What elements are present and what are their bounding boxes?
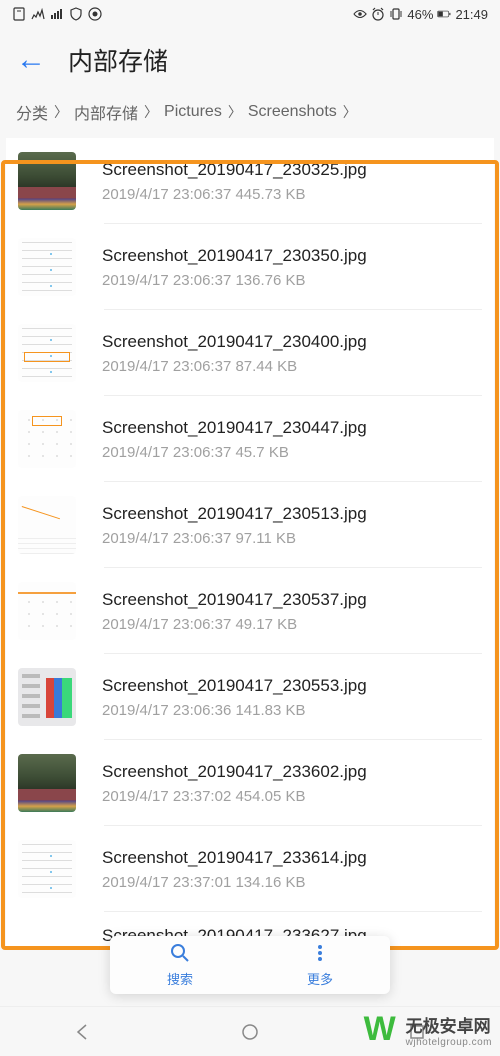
watermark-url: wjhotelgroup.com — [406, 1037, 492, 1048]
battery-icon — [437, 7, 451, 21]
status-bar: 46% 21:49 — [0, 0, 500, 28]
breadcrumb-item[interactable]: 内部存储 — [74, 100, 138, 124]
clock: 21:49 — [455, 7, 488, 22]
back-button[interactable]: ← — [16, 43, 46, 77]
chevron-right-icon: 〉 — [54, 102, 68, 122]
file-meta: 2019/4/17 23:37:02 454.05 KB — [102, 788, 482, 805]
breadcrumb: 分类 〉 内部存储 〉 Pictures 〉 Screenshots 〉 — [0, 92, 500, 138]
watermark-logo — [364, 1014, 402, 1052]
watermark: 无极安卓网 wjhotelgroup.com — [364, 1014, 492, 1052]
file-meta: 2019/4/17 23:37:01 134.16 KB — [102, 874, 482, 891]
file-name: Screenshot_20190417_230553.jpg — [102, 676, 482, 696]
chevron-right-icon: 〉 — [343, 102, 357, 122]
file-name: Screenshot_20190417_230447.jpg — [102, 418, 482, 438]
more-icon — [310, 943, 330, 967]
file-thumbnail — [18, 754, 76, 812]
nav-back[interactable] — [72, 1021, 94, 1043]
file-row[interactable]: Screenshot_20190417_230513.jpg 2019/4/17… — [6, 482, 494, 568]
file-name: Screenshot_20190417_230400.jpg — [102, 332, 482, 352]
record-icon — [88, 7, 102, 21]
file-row[interactable]: Screenshot_20190417_233602.jpg 2019/4/17… — [6, 740, 494, 826]
file-thumbnail — [18, 152, 76, 210]
sim-icon — [12, 7, 26, 21]
breadcrumb-item[interactable]: 分类 — [16, 100, 48, 124]
search-button[interactable]: 搜索 — [110, 936, 250, 994]
more-button[interactable]: 更多 — [250, 936, 390, 994]
breadcrumb-item[interactable]: Pictures — [164, 103, 222, 121]
file-row[interactable]: Screenshot_20190417_230553.jpg 2019/4/17… — [6, 654, 494, 740]
eye-icon — [353, 7, 367, 21]
search-icon — [170, 943, 190, 967]
file-name: Screenshot_20190417_230513.jpg — [102, 504, 482, 524]
file-thumbnail — [18, 496, 76, 554]
chevron-right-icon: 〉 — [228, 102, 242, 122]
file-thumbnail — [18, 410, 76, 468]
file-row[interactable]: Screenshot_20190417_230400.jpg 2019/4/17… — [6, 310, 494, 396]
file-row[interactable]: Screenshot_20190417_230325.jpg 2019/4/17… — [6, 138, 494, 224]
file-name: Screenshot_20190417_230325.jpg — [102, 160, 482, 180]
bottom-menu: 搜索 更多 — [110, 936, 390, 994]
breadcrumb-item[interactable]: Screenshots — [248, 103, 337, 121]
search-label: 搜索 — [167, 969, 193, 988]
file-thumbnail — [18, 324, 76, 382]
file-name: Screenshot_20190417_230350.jpg — [102, 246, 482, 266]
file-row[interactable]: Screenshot_20190417_230350.jpg 2019/4/17… — [6, 224, 494, 310]
file-thumbnail — [18, 668, 76, 726]
vibrate-icon — [389, 7, 403, 21]
file-meta: 2019/4/17 23:06:36 141.83 KB — [102, 702, 482, 719]
file-list: Screenshot_20190417_230325.jpg 2019/4/17… — [6, 138, 494, 946]
header: ← 内部存储 — [0, 28, 500, 92]
signal-icon — [31, 7, 45, 21]
file-thumbnail — [18, 238, 76, 296]
file-meta: 2019/4/17 23:06:37 136.76 KB — [102, 272, 482, 289]
file-thumbnail — [18, 582, 76, 640]
wifi-icon — [50, 7, 64, 21]
file-name: Screenshot_20190417_230537.jpg — [102, 590, 482, 610]
nav-home[interactable] — [239, 1021, 261, 1043]
file-meta: 2019/4/17 23:06:37 97.11 KB — [102, 530, 482, 547]
file-meta: 2019/4/17 23:06:37 445.73 KB — [102, 186, 482, 203]
file-name: Screenshot_20190417_233614.jpg — [102, 848, 482, 868]
file-row[interactable]: Screenshot_20190417_230537.jpg 2019/4/17… — [6, 568, 494, 654]
file-meta: 2019/4/17 23:06:37 87.44 KB — [102, 358, 482, 375]
more-label: 更多 — [307, 969, 333, 988]
file-name: Screenshot_20190417_233602.jpg — [102, 762, 482, 782]
file-meta: 2019/4/17 23:06:37 49.17 KB — [102, 616, 482, 633]
shield-icon — [69, 7, 83, 21]
page-title: 内部存储 — [68, 42, 168, 78]
watermark-title: 无极安卓网 — [406, 1018, 492, 1037]
file-thumbnail — [18, 840, 76, 898]
file-meta: 2019/4/17 23:06:37 45.7 KB — [102, 444, 482, 461]
battery-percent: 46% — [407, 7, 433, 22]
chevron-right-icon: 〉 — [144, 102, 158, 122]
alarm-icon — [371, 7, 385, 21]
file-row[interactable]: Screenshot_20190417_233614.jpg 2019/4/17… — [6, 826, 494, 912]
file-row[interactable]: Screenshot_20190417_230447.jpg 2019/4/17… — [6, 396, 494, 482]
